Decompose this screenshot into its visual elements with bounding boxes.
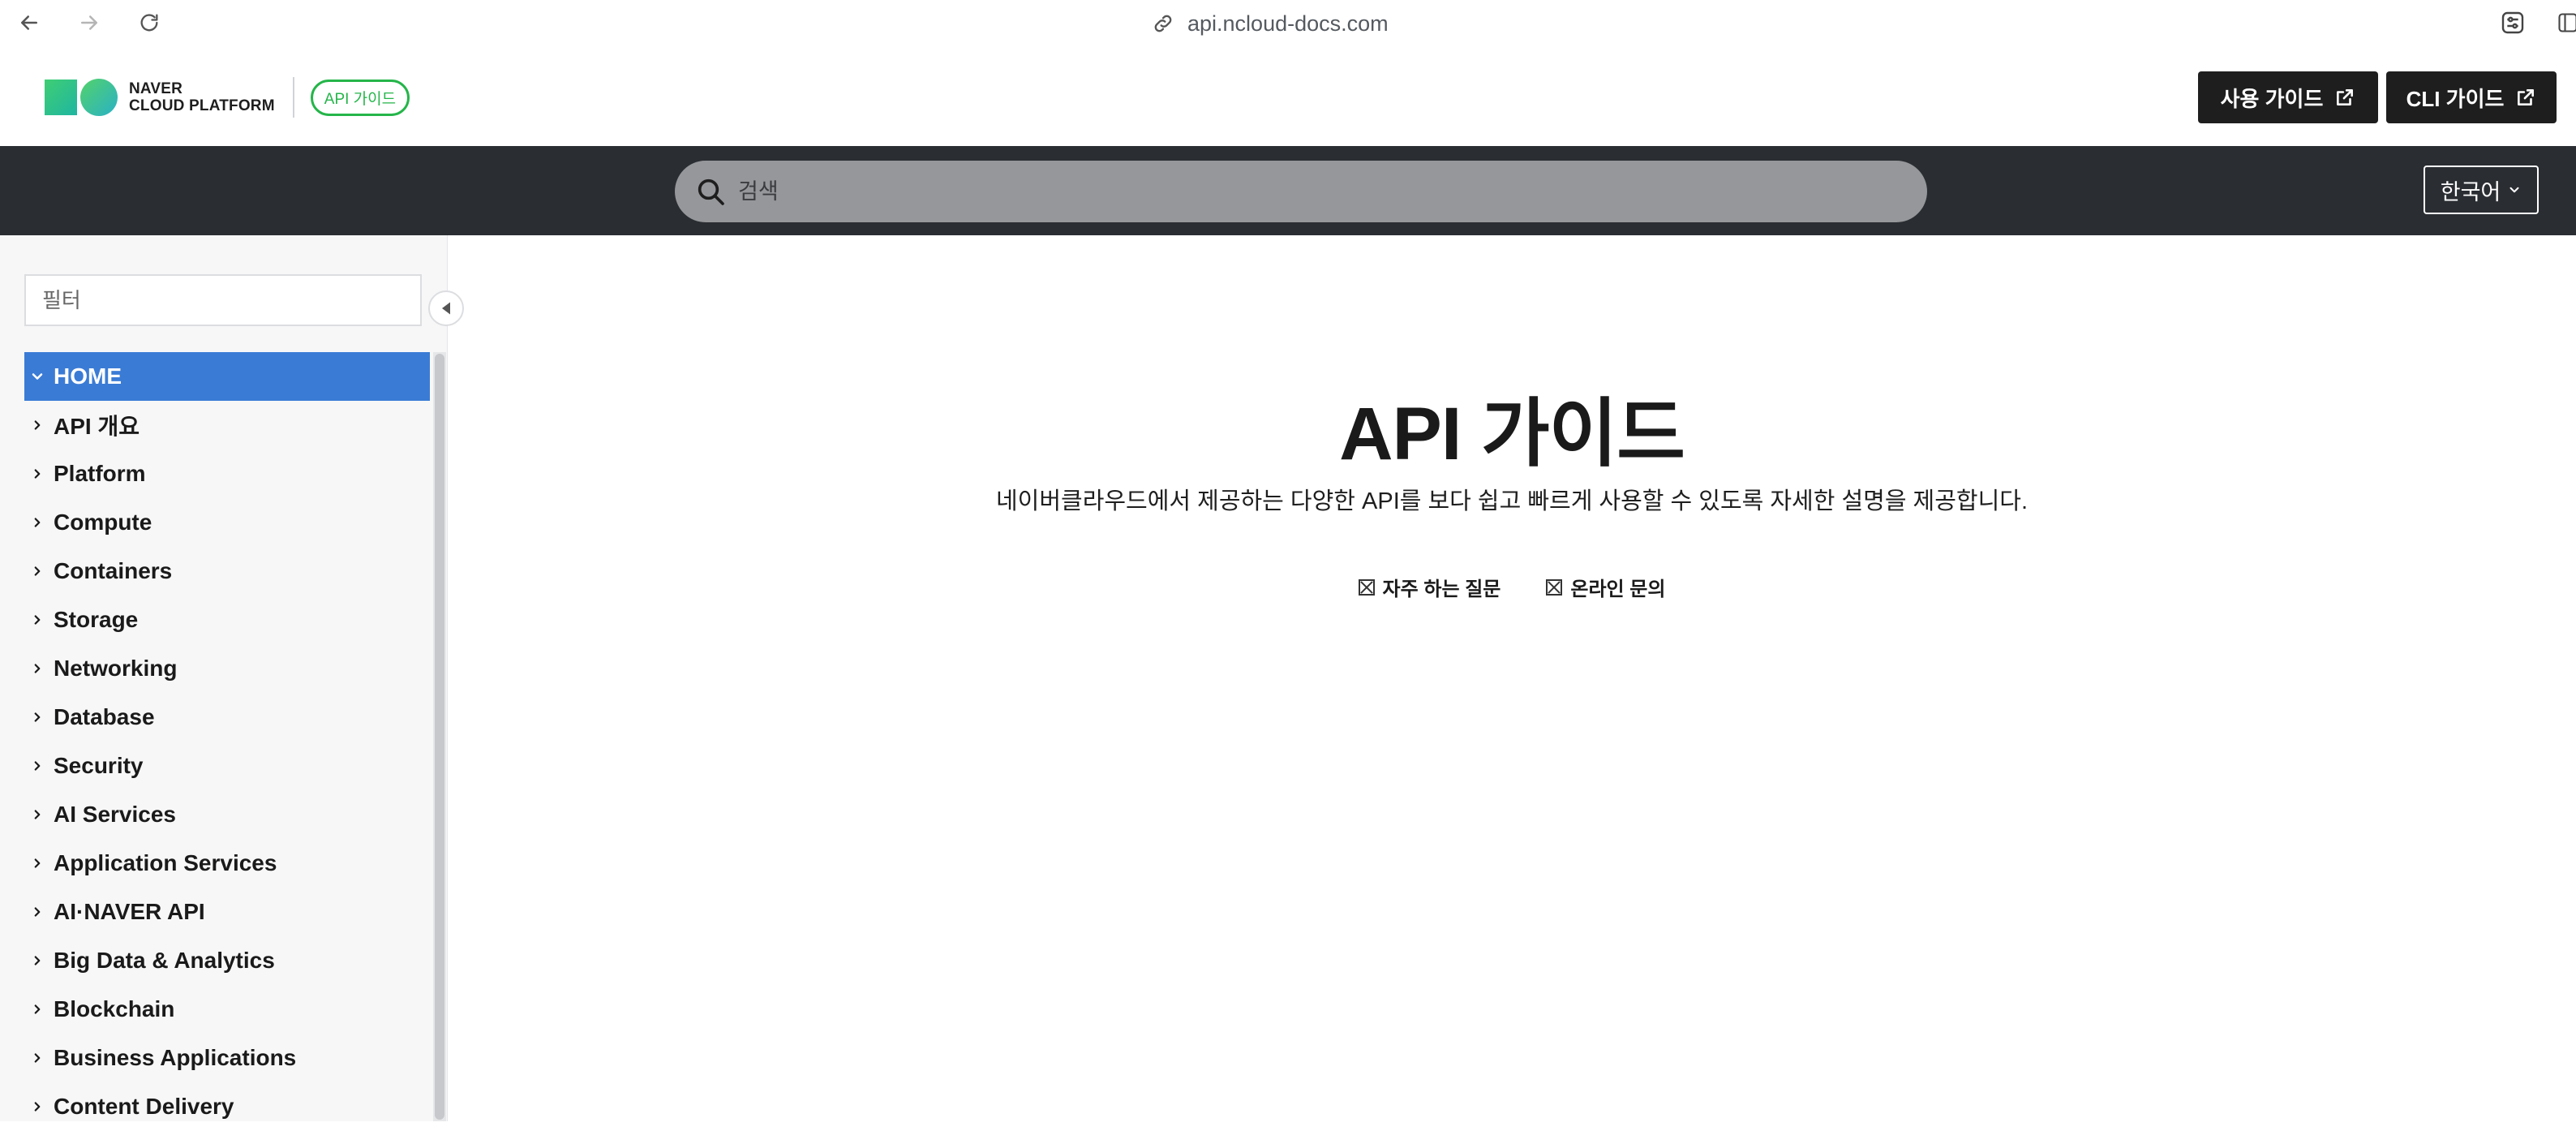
online-inquiry-link-label: 온라인 문의 — [1570, 573, 1665, 601]
chevron-right-icon — [26, 803, 49, 826]
language-select[interactable]: 한국어 — [2424, 166, 2539, 214]
sidebar-item-label: Application Services — [54, 850, 277, 876]
caret-left-icon — [440, 300, 453, 316]
sidebar-toggle-button[interactable] — [2553, 8, 2576, 37]
faq-link-label: 자주 하는 질문 — [1383, 573, 1501, 601]
sidebar-item-label: Security — [54, 753, 144, 779]
forward-button[interactable] — [73, 6, 105, 39]
chevron-down-icon — [2507, 183, 2522, 197]
sidebar-scrollbar-thumb[interactable] — [435, 354, 444, 1120]
api-guide-badge: API 가이드 — [311, 80, 410, 116]
sidebar-item-label: HOME — [54, 363, 122, 389]
sidebar-item-label: Business Applications — [54, 1045, 296, 1071]
sidebar-item-label: Storage — [54, 607, 138, 633]
url-text: api.ncloud-docs.com — [1187, 11, 1389, 37]
user-guide-label: 사용 가이드 — [2221, 83, 2324, 113]
sidebar-icon — [2557, 10, 2576, 36]
chevron-right-icon — [26, 852, 49, 875]
sidebar-item-database[interactable]: Database — [24, 693, 430, 742]
sidebar-item-label: Content Delivery — [54, 1094, 234, 1120]
sidebar-item-label: AI Services — [54, 802, 176, 828]
filter-input[interactable] — [24, 274, 422, 326]
chevron-right-icon — [26, 949, 49, 972]
sidebar-item-business-applications[interactable]: Business Applications — [24, 1034, 430, 1082]
search-icon — [694, 175, 727, 208]
sidebar-item-application-services[interactable]: Application Services — [24, 839, 430, 888]
chevron-right-icon — [26, 657, 49, 680]
sidebar-item-compute[interactable]: Compute — [24, 498, 430, 547]
external-link-icon — [2515, 87, 2536, 108]
online-inquiry-link[interactable]: 온라인 문의 — [1546, 573, 1665, 601]
back-button[interactable] — [13, 6, 45, 39]
sidebar-item-ai-services[interactable]: AI Services — [24, 790, 430, 839]
page-description: 네이버클라우드에서 제공하는 다양한 API를 보다 쉽고 빠르게 사용할 수 … — [448, 482, 2576, 516]
sidebar-item-storage[interactable]: Storage — [24, 596, 430, 644]
sidebar: HOME API 개요 Platform Compute Containers … — [0, 235, 448, 1121]
reload-icon — [138, 11, 161, 34]
sidebar-item-networking[interactable]: Networking — [24, 644, 430, 693]
sidebar-collapse-button[interactable] — [428, 290, 464, 326]
sidebar-item-label: Big Data & Analytics — [54, 948, 275, 974]
sidebar-item-label: Platform — [54, 461, 146, 487]
naver-cloud-logo[interactable]: NAVER CLOUD PLATFORM API 가이드 — [45, 78, 410, 117]
sidebar-nav: HOME API 개요 Platform Compute Containers … — [24, 352, 430, 1131]
sidebar-item-ai-naver-api[interactable]: AI·NAVER API — [24, 888, 430, 936]
cli-guide-button[interactable]: CLI 가이드 — [2386, 71, 2557, 123]
sidebar-item-label: Database — [54, 704, 155, 730]
sidebar-item-api-overview[interactable]: API 개요 — [24, 401, 430, 449]
sidebar-item-content-delivery[interactable]: Content Delivery — [24, 1082, 430, 1131]
chevron-right-icon — [26, 1047, 49, 1069]
sidebar-item-security[interactable]: Security — [24, 742, 430, 790]
chevron-right-icon — [26, 755, 49, 777]
broken-image-icon — [1546, 579, 1562, 596]
sidebar-item-blockchain[interactable]: Blockchain — [24, 985, 430, 1034]
external-link-icon — [2334, 87, 2355, 108]
logo-divider — [293, 77, 294, 118]
search-box[interactable] — [675, 161, 1927, 222]
sidebar-item-platform[interactable]: Platform — [24, 449, 430, 498]
sliders-icon — [2500, 10, 2526, 36]
link-icon — [1152, 12, 1174, 35]
sidebar-item-label: API 개요 — [54, 409, 140, 441]
chevron-right-icon — [26, 706, 49, 729]
chevron-right-icon — [26, 414, 49, 436]
language-selected: 한국어 — [2441, 174, 2501, 206]
sidebar-item-containers[interactable]: Containers — [24, 547, 430, 596]
chevron-right-icon — [26, 998, 49, 1021]
chevron-right-icon — [26, 560, 49, 583]
chevron-right-icon — [26, 1095, 49, 1118]
reload-button[interactable] — [133, 6, 165, 39]
sidebar-item-label: Networking — [54, 656, 177, 682]
page-title: API 가이드 — [448, 373, 2576, 481]
sidebar-item-big-data-analytics[interactable]: Big Data & Analytics — [24, 936, 430, 985]
address-bar[interactable]: api.ncloud-docs.com — [1152, 8, 1389, 39]
logo-text: NAVER CLOUD PLATFORM — [129, 80, 275, 114]
logo-mark-icon — [45, 79, 118, 116]
search-input[interactable] — [738, 161, 1898, 222]
sidebar-item-home[interactable]: HOME — [24, 352, 430, 401]
chevron-right-icon — [26, 462, 49, 485]
sidebar-item-label: Compute — [54, 510, 152, 535]
arrow-left-icon — [17, 11, 41, 35]
chevron-right-icon — [26, 901, 49, 923]
site-header: NAVER CLOUD PLATFORM API 가이드 사용 가이드 CLI … — [0, 47, 2576, 146]
user-guide-button[interactable]: 사용 가이드 — [2198, 71, 2378, 123]
quick-links: 자주 하는 질문 온라인 문의 — [448, 573, 2576, 601]
browser-toolbar: api.ncloud-docs.com — [0, 0, 2576, 47]
chevron-right-icon — [26, 609, 49, 631]
faq-link[interactable]: 자주 하는 질문 — [1359, 573, 1501, 601]
cli-guide-label: CLI 가이드 — [2406, 83, 2505, 113]
chevron-right-icon — [26, 511, 49, 534]
sidebar-item-label: AI·NAVER API — [54, 899, 205, 925]
sidebar-item-label: Blockchain — [54, 996, 174, 1022]
site-settings-button[interactable] — [2498, 8, 2527, 37]
search-bar-section: 한국어 — [0, 146, 2576, 235]
broken-image-icon — [1359, 579, 1375, 596]
chevron-down-icon — [26, 365, 49, 388]
arrow-right-icon — [77, 11, 101, 35]
sidebar-item-label: Containers — [54, 558, 172, 584]
